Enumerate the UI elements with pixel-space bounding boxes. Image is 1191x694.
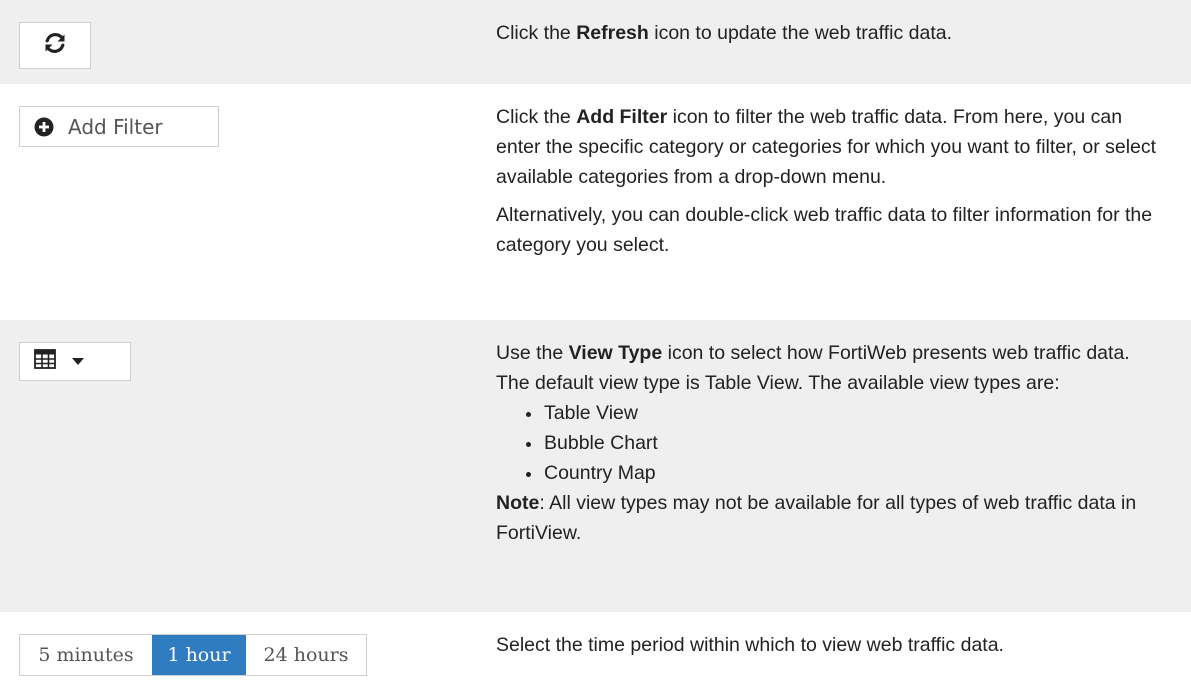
description-cell: Use the View Type icon to select how For… [496,338,1166,548]
table-icon [34,349,56,374]
time-option-1-hour[interactable]: 1 hour [152,635,246,675]
time-period-description: Select the time period within which to v… [496,634,1004,656]
control-cell [0,320,485,612]
list-item: Bubble Chart [526,428,1166,458]
list-item: Table View [526,398,1166,428]
table-row-time-period: 5 minutes 1 hour 24 hours Select the tim… [0,612,1191,694]
table-row-add-filter: Add Filter Click the Add Filter icon to … [0,84,1191,320]
view-type-button[interactable] [19,342,131,381]
view-type-note: Note: All view types may not be availabl… [496,488,1166,548]
time-option-24-hours[interactable]: 24 hours [246,635,366,675]
caret-down-icon [72,357,84,366]
note-label: Note [496,492,540,514]
refresh-button[interactable] [19,22,91,69]
desc-text: Use the [496,342,569,364]
description-cell: Click the Refresh icon to update the web… [496,18,1166,48]
view-type-description: Use the View Type icon to select how For… [496,338,1166,398]
control-cell [0,0,485,84]
plus-circle-icon [34,117,54,137]
control-cell: 5 minutes 1 hour 24 hours [0,612,485,694]
description-cell: Select the time period within which to v… [496,630,1166,660]
desc-text: Click the [496,22,577,44]
add-filter-description: Click the Add Filter icon to filter the … [496,102,1166,192]
table-row-view-type: Use the View Type icon to select how For… [0,320,1191,612]
table-row-refresh: Click the Refresh icon to update the web… [0,0,1191,84]
list-item: Country Map [526,458,1166,488]
desc-text: Click the [496,106,577,128]
control-cell: Add Filter [0,84,485,320]
description-cell: Click the Add Filter icon to filter the … [496,102,1166,260]
refresh-icon [43,31,67,60]
help-table: Click the Refresh icon to update the web… [0,0,1191,694]
desc-bold: Refresh [576,22,649,44]
note-text: : All view types may not be available fo… [496,492,1137,544]
desc-bold: View Type [568,342,663,364]
desc-text: icon to update the web traffic data. [648,22,953,44]
desc-bold: Add Filter [576,106,668,128]
view-type-list: Table View Bubble Chart Country Map [526,398,1166,488]
add-filter-alternative: Alternatively, you can double-click web … [496,204,1153,256]
add-filter-button[interactable]: Add Filter [19,106,219,147]
add-filter-label: Add Filter [68,114,163,139]
time-period-selector: 5 minutes 1 hour 24 hours [19,634,367,676]
refresh-description: Click the Refresh icon to update the web… [496,18,1166,48]
time-option-5-minutes[interactable]: 5 minutes [20,635,152,675]
